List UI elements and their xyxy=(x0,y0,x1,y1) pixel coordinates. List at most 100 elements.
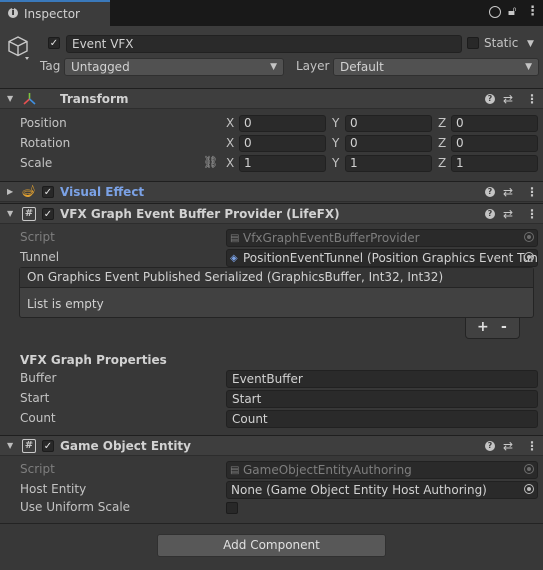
preset-settings-icon[interactable]: ⇄ xyxy=(503,439,513,453)
chevron-down-icon: ▼ xyxy=(525,62,532,72)
entity-script-label: Script xyxy=(20,462,55,476)
entity-script-field: ▤ GameObjectEntityAuthoring xyxy=(226,461,538,479)
tab-inspector[interactable]: i Inspector xyxy=(0,0,110,26)
tag-dropdown[interactable]: Untagged ▼ xyxy=(64,58,284,76)
host-entity-field[interactable]: None (Game Object Entity Host Authoring) xyxy=(226,481,538,499)
add-component-button[interactable]: Add Component xyxy=(157,534,386,557)
position-y-field[interactable]: 0 xyxy=(345,115,432,132)
start-field[interactable]: Start xyxy=(226,390,538,408)
visual-effect-icon: 🪔︎ xyxy=(21,184,37,198)
host-entity-field-value: None (Game Object Entity Host Authoring) xyxy=(231,483,487,497)
count-field[interactable]: Count xyxy=(226,410,538,428)
tunnel-label: Tunnel xyxy=(20,250,60,264)
vfx-provider-title: VFX Graph Event Buffer Provider (LifeFX) xyxy=(60,207,340,221)
uniform-scale-checkbox[interactable] xyxy=(226,502,238,514)
axis-x-label[interactable]: X xyxy=(226,156,234,170)
list-add-remove-footer: + - xyxy=(465,318,520,339)
scale-label: Scale xyxy=(20,156,53,170)
foldout-expanded-icon[interactable]: ▼ xyxy=(7,94,13,103)
inspector-tab-bar: i Inspector 🔓︎ ⋮ xyxy=(0,0,543,26)
vfx-graph-properties-heading: VFX Graph Properties xyxy=(20,353,167,367)
more-vert-icon[interactable]: ⋮ xyxy=(526,439,538,453)
tunnel-field[interactable]: ◈ PositionEventTunnel (Position Graphics… xyxy=(226,249,538,267)
buffer-field[interactable]: EventBuffer xyxy=(226,370,538,388)
position-z-field[interactable]: 0 xyxy=(451,115,538,132)
object-picker-icon[interactable] xyxy=(524,484,534,494)
preset-settings-icon[interactable]: ⇄ xyxy=(503,207,513,221)
scriptable-object-icon: ◈ xyxy=(230,253,238,264)
host-entity-label: Host Entity xyxy=(20,482,87,496)
scale-y-field[interactable]: 1 xyxy=(345,155,432,172)
object-picker-icon[interactable] xyxy=(524,252,534,262)
axis-y-label[interactable]: Y xyxy=(332,116,339,130)
rotation-y-field[interactable]: 0 xyxy=(345,135,432,152)
rotation-z-field[interactable]: 0 xyxy=(451,135,538,152)
visual-effect-enabled-checkbox[interactable]: ✓ xyxy=(42,186,54,198)
tag-dropdown-value: Untagged xyxy=(71,60,130,74)
foldout-expanded-icon[interactable]: ▼ xyxy=(7,209,13,218)
axis-x-label[interactable]: X xyxy=(226,116,234,130)
transform-icon xyxy=(23,93,36,105)
divider xyxy=(0,523,543,524)
script-hash-icon: # xyxy=(22,207,36,221)
axis-z-label[interactable]: Z xyxy=(438,116,446,130)
position-x-field[interactable]: 0 xyxy=(239,115,326,132)
unity-event-header: On Graphics Event Published Serialized (… xyxy=(20,268,533,288)
constrain-proportions-link-icon[interactable]: ⛓︎ xyxy=(203,155,218,169)
preset-settings-icon[interactable]: ⇄ xyxy=(503,92,513,106)
rotation-label: Rotation xyxy=(20,136,71,150)
scale-z-field[interactable]: 1 xyxy=(451,155,538,172)
object-picker-icon xyxy=(524,232,534,242)
transform-title: Transform xyxy=(60,92,129,106)
list-empty-label: List is empty xyxy=(27,297,104,311)
axis-z-label[interactable]: Z xyxy=(438,156,446,170)
more-vert-icon[interactable]: ⋮ xyxy=(526,92,538,106)
vfx-provider-enabled-checkbox[interactable]: ✓ xyxy=(42,208,54,220)
chevron-down-icon: ▼ xyxy=(270,62,277,72)
tab-inspector-label: Inspector xyxy=(24,7,80,21)
layer-dropdown[interactable]: Default ▼ xyxy=(333,58,539,76)
rotation-x-field[interactable]: 0 xyxy=(239,135,326,152)
gameobject-name-field[interactable]: Event VFX xyxy=(66,35,462,53)
entity-enabled-checkbox[interactable]: ✓ xyxy=(42,440,54,452)
visual-effect-title[interactable]: Visual Effect xyxy=(60,185,144,199)
foldout-collapsed-icon[interactable]: ▶ xyxy=(7,187,13,196)
axis-y-label[interactable]: Y xyxy=(332,136,339,150)
transform-header[interactable]: ▼ Transform ? ⇄ ⋮ xyxy=(0,88,543,109)
lock-icon[interactable]: 🔓︎ xyxy=(508,5,516,19)
axis-z-label[interactable]: Z xyxy=(438,136,446,150)
visual-effect-header[interactable]: ▶ 🪔︎ ✓ Visual Effect ? ⇄ ⋮ xyxy=(0,181,543,202)
scale-x-field[interactable]: 1 xyxy=(239,155,326,172)
debug-circle-icon[interactable] xyxy=(489,6,501,18)
entity-title: Game Object Entity xyxy=(60,439,191,453)
help-icon[interactable]: ? xyxy=(485,441,495,451)
help-icon[interactable]: ? xyxy=(485,94,495,104)
script-label: Script xyxy=(20,230,55,244)
help-icon[interactable]: ? xyxy=(485,209,495,219)
layer-dropdown-value: Default xyxy=(340,60,384,74)
remove-event-button[interactable]: - xyxy=(501,319,507,335)
info-icon: i xyxy=(8,8,18,18)
axis-x-label[interactable]: X xyxy=(226,136,234,150)
more-vert-icon[interactable]: ⋮ xyxy=(526,207,538,221)
buffer-label: Buffer xyxy=(20,371,57,385)
gameobject-active-checkbox[interactable]: ✓ xyxy=(48,37,60,49)
static-checkbox[interactable] xyxy=(467,37,479,49)
add-event-button[interactable]: + xyxy=(477,319,489,335)
more-vert-icon[interactable]: ⋮ xyxy=(526,5,539,19)
more-vert-icon[interactable]: ⋮ xyxy=(526,185,538,199)
vfx-provider-header[interactable]: ▼ # ✓ VFX Graph Event Buffer Provider (L… xyxy=(0,203,543,224)
script-field-value: VfxGraphEventBufferProvider xyxy=(243,231,420,245)
script-file-icon: ▤ xyxy=(230,233,240,244)
preset-settings-icon[interactable]: ⇄ xyxy=(503,185,513,199)
axis-y-label[interactable]: Y xyxy=(332,156,339,170)
uniform-scale-label: Use Uniform Scale xyxy=(20,500,131,514)
static-dropdown-arrow-icon[interactable]: ▼ xyxy=(527,39,534,49)
position-label: Position xyxy=(20,116,67,130)
tag-label: Tag xyxy=(40,59,61,73)
foldout-expanded-icon[interactable]: ▼ xyxy=(7,441,13,450)
help-icon[interactable]: ? xyxy=(485,187,495,197)
entity-header[interactable]: ▼ # ✓ Game Object Entity ? ⇄ ⋮ xyxy=(0,435,543,456)
unity-event-list: On Graphics Event Published Serialized (… xyxy=(19,267,534,318)
gameobject-cube-icon[interactable] xyxy=(7,35,31,61)
